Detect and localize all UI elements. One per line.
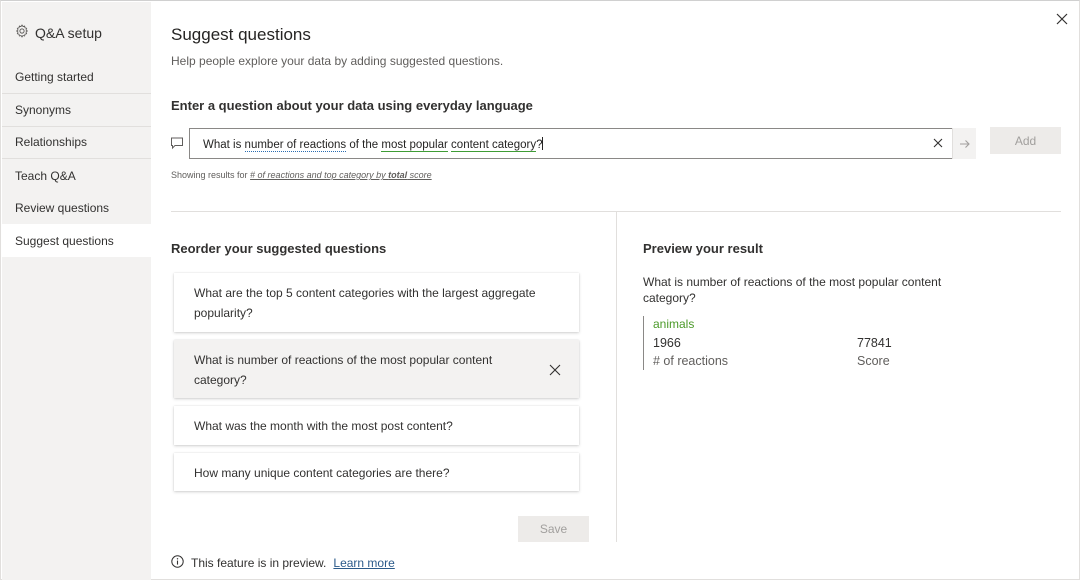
showing-results-link[interactable]: # of reactions and top category by total… (250, 170, 432, 180)
add-button[interactable]: Add (990, 127, 1061, 154)
preview-footer: This feature is in preview. Learn more (171, 555, 395, 571)
suggested-question-card[interactable]: What was the month with the most post co… (174, 406, 579, 445)
close-icon (933, 138, 943, 148)
suggested-question-text: What was the month with the most post co… (194, 419, 453, 433)
showing-results-text: Showing results for # of reactions and t… (171, 170, 432, 180)
preview-result-card: animals 1966 # of reactions 77841 Score (643, 316, 903, 370)
sidebar-header: Q&A setup (15, 24, 102, 41)
arrow-right-icon (959, 139, 970, 148)
preview-title: Preview your result (643, 241, 763, 256)
suggested-question-card-selected[interactable]: What is number of reactions of the most … (174, 340, 579, 398)
question-input[interactable]: What is number of reactions of the most … (189, 128, 976, 159)
clear-input-button[interactable] (931, 136, 945, 150)
showing-link-part-c: score (407, 170, 432, 180)
input-term-number-of-reactions: number of reactions (244, 139, 347, 152)
preview-value-score: 77841 (857, 336, 892, 350)
input-part-of-the: of the (346, 139, 382, 151)
preview-question: What is number of reactions of the most … (643, 275, 942, 305)
sidebar-item-getting-started[interactable]: Getting started (2, 61, 151, 94)
preview-label-score: Score (857, 354, 890, 368)
input-term-content-category: content category (451, 139, 537, 152)
preview-label-reactions: # of reactions (653, 354, 729, 368)
suggested-question-text: How many unique content categories are t… (194, 466, 450, 480)
sidebar: Q&A setup Getting started Synonyms Relat… (2, 2, 151, 580)
input-term-most-popular: most popular (381, 139, 448, 152)
qna-setup-dialog: Q&A setup Getting started Synonyms Relat… (0, 0, 1080, 580)
suggested-question-card[interactable]: What are the top 5 content categories wi… (174, 273, 579, 332)
close-icon (549, 364, 561, 376)
question-input-text[interactable]: What is number of reactions of the most … (203, 137, 544, 152)
sidebar-item-synonyms[interactable]: Synonyms (2, 94, 151, 127)
text-caret (542, 137, 544, 150)
remove-question-button[interactable] (549, 362, 561, 376)
column-divider (616, 212, 617, 542)
footer-text: This feature is in preview. (191, 556, 327, 570)
submit-arrow-button[interactable] (952, 128, 976, 159)
showing-link-part-b: total (388, 170, 408, 180)
save-button[interactable]: Save (518, 516, 589, 542)
suggested-question-card[interactable]: How many unique content categories are t… (174, 453, 579, 491)
input-part-what-is: What is (203, 139, 245, 151)
page-subtitle: Help people explore your data by adding … (171, 54, 504, 68)
sidebar-item-teach-qna[interactable]: Teach Q&A (2, 159, 151, 192)
page-title: Suggest questions (171, 25, 311, 44)
info-icon (171, 555, 184, 571)
showing-link-part-a: # of reactions and top category by (250, 170, 389, 180)
suggested-question-text: What are the top 5 content categories wi… (194, 286, 536, 320)
preview-value-reactions: 1966 (653, 336, 681, 350)
chat-bubble-icon (170, 136, 184, 150)
sidebar-item-relationships[interactable]: Relationships (2, 126, 151, 159)
preview-category: animals (653, 317, 695, 331)
sidebar-item-suggest-questions[interactable]: Suggest questions (2, 224, 151, 257)
suggested-question-text: What is number of reactions of the most … (194, 353, 493, 387)
showing-prefix: Showing results for (171, 170, 251, 180)
question-label: Enter a question about your data using e… (171, 98, 533, 113)
learn-more-link[interactable]: Learn more (333, 556, 394, 570)
sidebar-item-review-questions[interactable]: Review questions (2, 192, 151, 225)
main-panel: Suggest questions Help people explore yo… (151, 1, 1080, 580)
sidebar-header-label: Q&A setup (35, 24, 102, 41)
gear-icon (15, 24, 29, 41)
reorder-title: Reorder your suggested questions (171, 241, 387, 256)
